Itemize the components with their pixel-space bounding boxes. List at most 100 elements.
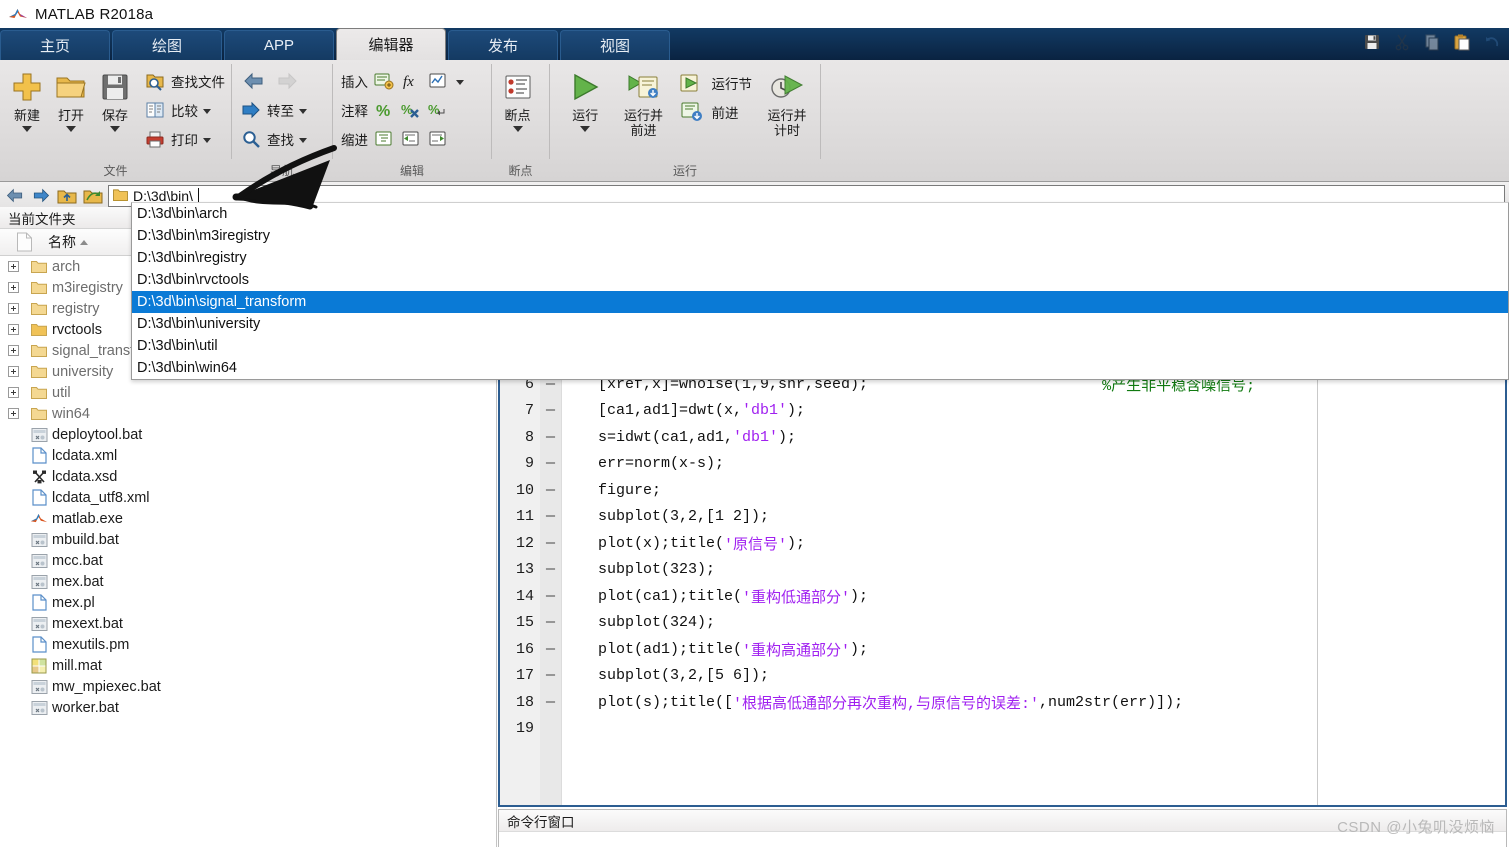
comment-icon[interactable]: % bbox=[373, 99, 395, 121]
run-button[interactable]: 运行 bbox=[562, 64, 609, 132]
find-chevron-down-icon[interactable] bbox=[299, 137, 307, 143]
editor-code-area[interactable]: [xref,x]=wnoise(1,9,snr,seed); %产生非平稳含噪信… bbox=[562, 371, 1505, 805]
address-dropdown-item[interactable]: D:\3d\bin\university bbox=[132, 313, 1508, 335]
expand-toggle-icon[interactable] bbox=[0, 345, 26, 356]
tree-file-row[interactable]: lcdata.xml bbox=[0, 445, 496, 466]
smart-indent-icon[interactable] bbox=[373, 128, 395, 150]
insert-function-icon[interactable]: fx bbox=[400, 70, 422, 92]
open-button-chevron-down-icon[interactable] bbox=[66, 126, 76, 132]
tab-home[interactable]: 主页 bbox=[0, 30, 110, 60]
save-button-chevron-down-icon[interactable] bbox=[110, 126, 120, 132]
tree-file-row[interactable]: mex.bat bbox=[0, 571, 496, 592]
breakpoint-marker[interactable]: — bbox=[540, 663, 561, 690]
breakpoint-marker[interactable]: — bbox=[540, 636, 561, 663]
run-section-button[interactable]: 运行节 bbox=[679, 68, 752, 97]
tree-file-row[interactable]: matlab.exe bbox=[0, 508, 496, 529]
tree-file-row[interactable]: mill.mat bbox=[0, 655, 496, 676]
insert-chevron-down-icon[interactable] bbox=[456, 79, 464, 85]
wrap-comment-icon[interactable]: % bbox=[427, 99, 449, 121]
find-button[interactable]: 查找 bbox=[240, 124, 307, 153]
expand-toggle-icon[interactable] bbox=[0, 387, 26, 398]
tree-file-row[interactable]: mex.pl bbox=[0, 592, 496, 613]
tab-plots[interactable]: 绘图 bbox=[112, 30, 222, 60]
tree-folder-row[interactable]: util bbox=[0, 382, 496, 403]
tab-view[interactable]: 视图 bbox=[560, 30, 670, 60]
tree-file-row[interactable]: mexext.bat bbox=[0, 613, 496, 634]
editor-breakpoint-gutter[interactable]: — — — — — — — — — — — — — bbox=[540, 371, 562, 805]
advance-button[interactable]: 前进 bbox=[679, 97, 753, 126]
compare-button[interactable]: 比较 bbox=[144, 95, 225, 124]
breakpoint-marker[interactable]: — bbox=[540, 477, 561, 504]
tree-file-row[interactable]: deploytool.bat bbox=[0, 424, 496, 445]
expand-toggle-icon[interactable] bbox=[0, 261, 26, 272]
expand-toggle-icon[interactable] bbox=[0, 408, 26, 419]
breakpoint-marker[interactable] bbox=[540, 716, 561, 743]
insert-row[interactable]: 插入 fx bbox=[341, 66, 464, 95]
breakpoint-marker[interactable]: — bbox=[540, 610, 561, 637]
back-arrow-icon[interactable] bbox=[240, 67, 268, 95]
find-files-button[interactable]: 查找文件 bbox=[144, 66, 225, 95]
back-button[interactable] bbox=[4, 185, 26, 207]
save-button[interactable]: 保存 bbox=[94, 64, 136, 132]
expand-toggle-icon[interactable] bbox=[0, 282, 26, 293]
paste-icon[interactable] bbox=[1449, 30, 1475, 54]
tree-folder-row[interactable]: win64 bbox=[0, 403, 496, 424]
tree-file-row[interactable]: lcdata.xsd bbox=[0, 466, 496, 487]
tree-file-row[interactable]: mcc.bat bbox=[0, 550, 496, 571]
breakpoint-marker[interactable]: — bbox=[540, 689, 561, 716]
address-dropdown-list[interactable]: D:\3d\bin\arch D:\3d\bin\m3iregistry D:\3d… bbox=[131, 202, 1509, 380]
insert-section-icon[interactable] bbox=[427, 70, 449, 92]
open-button[interactable]: 打开 bbox=[50, 64, 92, 132]
browse-folder-button[interactable] bbox=[82, 185, 104, 207]
goto-chevron-down-icon[interactable] bbox=[299, 108, 307, 114]
compare-chevron-down-icon[interactable] bbox=[203, 108, 211, 114]
forward-button[interactable] bbox=[30, 185, 52, 207]
run-and-time-button[interactable]: 运行并 计时 bbox=[760, 64, 814, 138]
new-button-chevron-down-icon[interactable] bbox=[22, 126, 32, 132]
run-and-advance-button[interactable]: 运行并 前进 bbox=[617, 64, 671, 138]
tree-file-row[interactable]: lcdata_utf8.xml bbox=[0, 487, 496, 508]
breakpoints-button[interactable]: 断点 bbox=[493, 64, 543, 132]
goto-button[interactable]: 转至 bbox=[240, 95, 307, 124]
address-dropdown-item[interactable]: D:\3d\bin\arch bbox=[132, 203, 1508, 225]
address-dropdown-item[interactable]: D:\3d\bin\win64 bbox=[132, 357, 1508, 379]
indent-row[interactable]: 缩进 bbox=[341, 124, 464, 153]
breakpoint-marker[interactable]: — bbox=[540, 451, 561, 478]
save-icon[interactable] bbox=[1359, 30, 1385, 54]
expand-toggle-icon[interactable] bbox=[0, 303, 26, 314]
tab-publish[interactable]: 发布 bbox=[448, 30, 558, 60]
tab-editor[interactable]: 编辑器 bbox=[336, 28, 446, 60]
tree-file-row[interactable]: mbuild.bat bbox=[0, 529, 496, 550]
print-chevron-down-icon[interactable] bbox=[203, 137, 211, 143]
breakpoint-marker[interactable]: — bbox=[540, 398, 561, 425]
tree-file-row[interactable]: worker.bat bbox=[0, 697, 496, 718]
code-line: plot(ad1);title('重构高通部分'); bbox=[562, 636, 1505, 663]
breakpoint-marker[interactable]: — bbox=[540, 583, 561, 610]
code-editor[interactable]: 6 7 8 9 10 11 12 13 14 15 16 17 18 19 — — — — — — — — — — — — — [… bbox=[498, 370, 1507, 807]
address-dropdown-item[interactable]: D:\3d\bin\util bbox=[132, 335, 1508, 357]
new-button[interactable]: 新建 bbox=[6, 64, 48, 132]
breakpoint-marker[interactable]: — bbox=[540, 530, 561, 557]
tree-file-row[interactable]: mexutils.pm bbox=[0, 634, 496, 655]
insert-block-icon[interactable] bbox=[373, 70, 395, 92]
breakpoint-marker[interactable]: — bbox=[540, 504, 561, 531]
address-dropdown-item[interactable]: D:\3d\bin\rvctools bbox=[132, 269, 1508, 291]
address-dropdown-item[interactable]: D:\3d\bin\registry bbox=[132, 247, 1508, 269]
address-dropdown-item[interactable]: D:\3d\bin\signal_transform bbox=[132, 291, 1508, 313]
indent-left-icon[interactable] bbox=[427, 128, 449, 150]
expand-toggle-icon[interactable] bbox=[0, 366, 26, 377]
tab-apps[interactable]: APP bbox=[224, 30, 334, 60]
breakpoint-marker[interactable]: — bbox=[540, 424, 561, 451]
print-button[interactable]: 打印 bbox=[144, 124, 225, 153]
expand-toggle-icon[interactable] bbox=[0, 324, 26, 335]
up-one-level-button[interactable] bbox=[56, 185, 78, 207]
uncomment-icon[interactable]: % bbox=[400, 99, 422, 121]
breakpoint-marker[interactable]: — bbox=[540, 557, 561, 584]
run-chevron-down-icon[interactable] bbox=[580, 126, 591, 132]
breakpoints-chevron-down-icon[interactable] bbox=[512, 126, 523, 132]
name-column-header[interactable]: 名称 bbox=[48, 232, 88, 252]
address-dropdown-item[interactable]: D:\3d\bin\m3iregistry bbox=[132, 225, 1508, 247]
indent-right-icon[interactable] bbox=[400, 128, 422, 150]
comment-row[interactable]: 注释 % % % bbox=[341, 95, 464, 124]
tree-file-row[interactable]: mw_mpiexec.bat bbox=[0, 676, 496, 697]
